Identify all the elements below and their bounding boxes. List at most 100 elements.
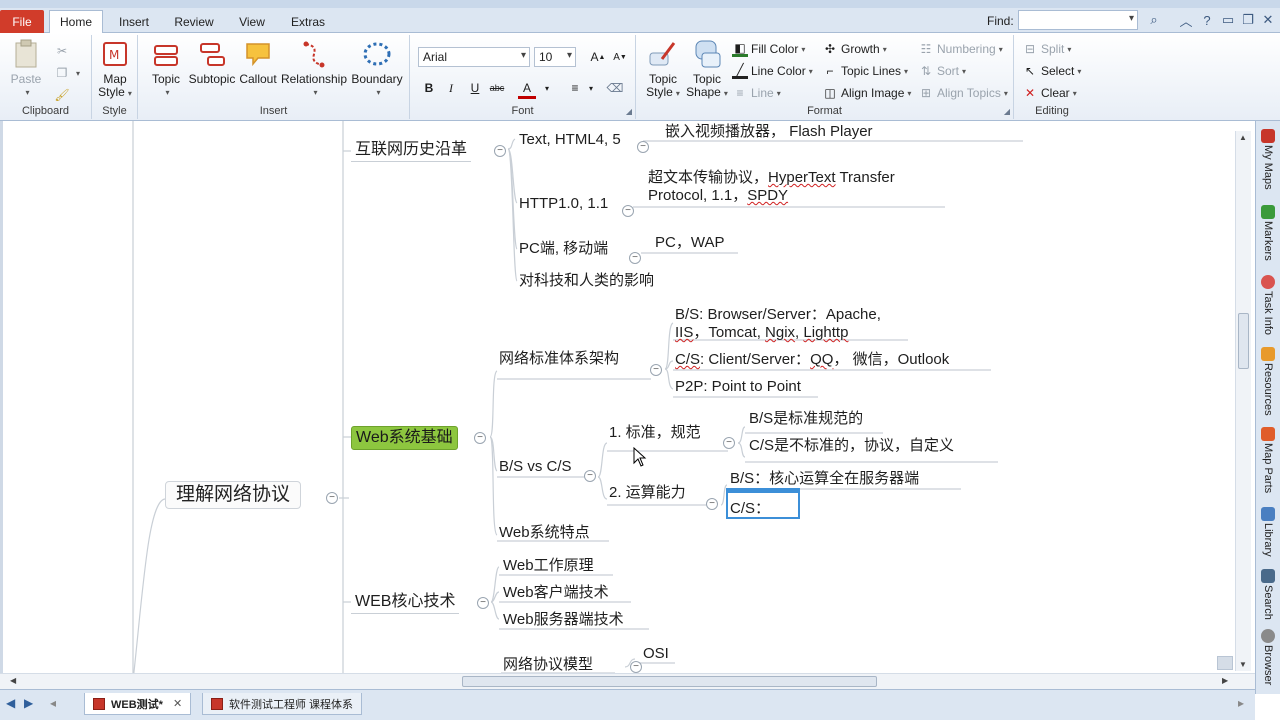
collapse-toggle[interactable]: − xyxy=(474,432,486,444)
topic-cs-compute-edit-input[interactable]: C/S： xyxy=(726,488,800,519)
collapse-toggle[interactable]: − xyxy=(650,364,662,376)
topic-cs-architecture[interactable]: C/S: Client/Server：QQ， 微信，Outlook xyxy=(675,351,949,369)
tab-scroll-right-icon[interactable]: ▸ xyxy=(1238,696,1244,710)
collapse-toggle[interactable]: − xyxy=(723,437,735,449)
collapse-toggle[interactable]: − xyxy=(326,492,338,504)
cut-icon[interactable]: ✂ xyxy=(54,41,73,61)
scroll-up-icon[interactable]: ▲ xyxy=(1239,133,1247,142)
tab-file[interactable]: File xyxy=(0,10,44,33)
topic-bs-standard[interactable]: B/S是标准规范的 xyxy=(749,410,863,428)
panel-tab-my-maps[interactable]: My Maps xyxy=(1258,129,1278,190)
align-topics-button[interactable]: ⊞ Align Topics ▾ xyxy=(918,83,1008,103)
scroll-right-icon[interactable]: ▶ xyxy=(1222,676,1228,685)
collapse-toggle[interactable]: − xyxy=(477,597,489,609)
tab-review[interactable]: Review xyxy=(168,10,220,33)
nav-forward-icon[interactable]: ▶ xyxy=(24,696,33,710)
collapse-toggle[interactable]: − xyxy=(706,498,718,510)
window-restore-icon[interactable]: ❐ xyxy=(1239,11,1257,29)
topic-video-player[interactable]: 嵌入视频播放器， Flash Player xyxy=(665,123,873,141)
line-color-button[interactable]: ╱ Line Color ▾ xyxy=(732,61,813,81)
panel-tab-markers[interactable]: Markers xyxy=(1258,205,1278,261)
panel-tab-browser[interactable]: Browser xyxy=(1258,629,1278,685)
topic-compute-ability[interactable]: 2. 运算能力 xyxy=(609,484,686,502)
doc-tab-course-system[interactable]: 软件测试工程师 课程体系 xyxy=(202,693,363,715)
vertical-scroll-thumb[interactable] xyxy=(1238,313,1249,369)
strikethrough-button[interactable]: abc xyxy=(488,79,506,97)
font-color-dropdown-icon[interactable]: ▾ xyxy=(538,79,556,97)
topic-pc-wap[interactable]: PC，WAP xyxy=(655,234,724,252)
panel-tab-library[interactable]: Library xyxy=(1258,507,1278,557)
window-minimize-icon[interactable]: ▭ xyxy=(1219,11,1237,29)
topic-html-versions[interactable]: Text, HTML4, 5 xyxy=(519,131,621,149)
window-close-icon[interactable]: ✕ xyxy=(1259,11,1277,29)
topic-protocol-model[interactable]: 网络协议模型 xyxy=(503,656,593,673)
topic-web-working-principle[interactable]: Web工作原理 xyxy=(503,557,594,575)
topic-web-basics[interactable]: Web系统基础 xyxy=(351,426,458,450)
nav-back-icon[interactable]: ◀ xyxy=(6,696,15,710)
tab-home[interactable]: Home xyxy=(49,10,103,33)
topic-web-core-tech[interactable]: WEB核心技术 xyxy=(351,591,460,614)
horizontal-scrollbar[interactable]: ◀ ▶ xyxy=(0,673,1255,689)
tab-extras[interactable]: Extras xyxy=(284,10,332,33)
split-button[interactable]: ⊟ Split ▾ xyxy=(1022,39,1071,59)
fill-color-button[interactable]: ◧ Fill Color ▾ xyxy=(732,39,805,59)
tab-insert[interactable]: Insert xyxy=(110,10,158,33)
topic-network-architecture[interactable]: 网络标准体系架构 xyxy=(499,350,619,368)
collapse-toggle[interactable]: − xyxy=(494,145,506,157)
topic-web-features[interactable]: Web系统特点 xyxy=(499,524,590,542)
copy-icon[interactable]: ❐ ▾ xyxy=(54,63,80,83)
format-painter-icon[interactable]: 🖌 xyxy=(54,85,73,105)
font-color-button[interactable]: A xyxy=(518,79,536,99)
clear-format-icon[interactable]: ⌫ xyxy=(606,79,624,97)
collapse-toggle[interactable]: − xyxy=(622,205,634,217)
italic-button[interactable]: I xyxy=(442,79,460,97)
align-dropdown-icon[interactable]: ▾ xyxy=(582,79,600,97)
topic-shape-button[interactable]: Topic Shape ▾ xyxy=(686,39,728,105)
relationship-button[interactable]: Relationship ▾ xyxy=(280,39,348,105)
sort-button[interactable]: ⇅ Sort ▾ xyxy=(918,61,966,81)
underline-button[interactable]: U xyxy=(466,79,484,97)
topic-http-description[interactable]: 超文本传输协议，HyperText Transfer Protocol, 1.1… xyxy=(648,169,895,205)
topic-internet-history[interactable]: 互联网历史沿革 xyxy=(351,139,472,162)
shrink-font-icon[interactable]: A ▼ xyxy=(612,47,631,67)
topic-osi[interactable]: OSI xyxy=(643,645,669,663)
scroll-down-icon[interactable]: ▼ xyxy=(1239,660,1247,669)
numbering-button[interactable]: ☷ Numbering ▾ xyxy=(918,39,1003,59)
topic-http-versions[interactable]: HTTP1.0, 1.1 xyxy=(519,195,608,213)
central-topic[interactable]: 理解网络协议 xyxy=(165,481,302,509)
topic-standards[interactable]: 1. 标准，规范 xyxy=(609,424,701,442)
minimize-ribbon-icon[interactable]: ︿ xyxy=(1177,11,1195,29)
collapse-toggle[interactable]: − xyxy=(630,661,642,673)
topic-lines-button[interactable]: ⌐ Topic Lines ▾ xyxy=(822,61,908,81)
line-button[interactable]: ≡ Line ▾ xyxy=(732,83,780,103)
panel-tab-resources[interactable]: Resources xyxy=(1258,347,1278,416)
tab-view[interactable]: View xyxy=(232,10,272,33)
collapse-toggle[interactable]: − xyxy=(629,252,641,264)
tab-scroll-left-icon[interactable]: ◂ xyxy=(50,696,56,710)
close-tab-icon[interactable]: ✕ xyxy=(173,697,182,710)
topic-button[interactable]: Topic ▾ xyxy=(148,39,184,105)
topic-impact[interactable]: 对科技和人类的影响 xyxy=(519,272,654,290)
grow-font-icon[interactable]: A ▲ xyxy=(590,47,609,67)
scroll-left-icon[interactable]: ◀ xyxy=(10,676,16,685)
clear-button[interactable]: ✕ Clear ▾ xyxy=(1022,83,1077,103)
subtopic-button[interactable]: Subtopic xyxy=(188,39,236,105)
vertical-scrollbar[interactable]: ▲ ▼ xyxy=(1235,131,1251,671)
bold-button[interactable]: B xyxy=(420,79,438,97)
panel-tab-task-info[interactable]: Task Info xyxy=(1258,275,1278,335)
topic-pc-mobile[interactable]: PC端, 移动端 xyxy=(519,240,608,258)
topic-bs-vs-cs[interactable]: B/S vs C/S xyxy=(499,458,572,476)
find-input[interactable] xyxy=(1018,10,1138,30)
boundary-button[interactable]: Boundary ▾ xyxy=(350,39,404,105)
font-size-select[interactable]: 10 xyxy=(534,47,576,67)
topic-web-server-tech[interactable]: Web服务器端技术 xyxy=(503,611,624,629)
topic-bs-compute[interactable]: B/S：核心运算全在服务器端 xyxy=(730,470,919,488)
paste-button[interactable]: Paste ▾ xyxy=(6,39,46,105)
doc-tab-web-test[interactable]: WEB测试* ✕ xyxy=(84,693,192,715)
topic-bs-architecture[interactable]: B/S: Browser/Server：Apache, IIS，Tomcat, … xyxy=(675,306,881,342)
map-style-button[interactable]: M Map Style ▾ xyxy=(96,39,134,105)
collapse-toggle[interactable]: − xyxy=(637,141,649,153)
panel-tab-search[interactable]: Search xyxy=(1258,569,1278,620)
growth-button[interactable]: ✣ Growth ▾ xyxy=(822,39,887,59)
help-icon[interactable]: ? xyxy=(1198,11,1216,29)
